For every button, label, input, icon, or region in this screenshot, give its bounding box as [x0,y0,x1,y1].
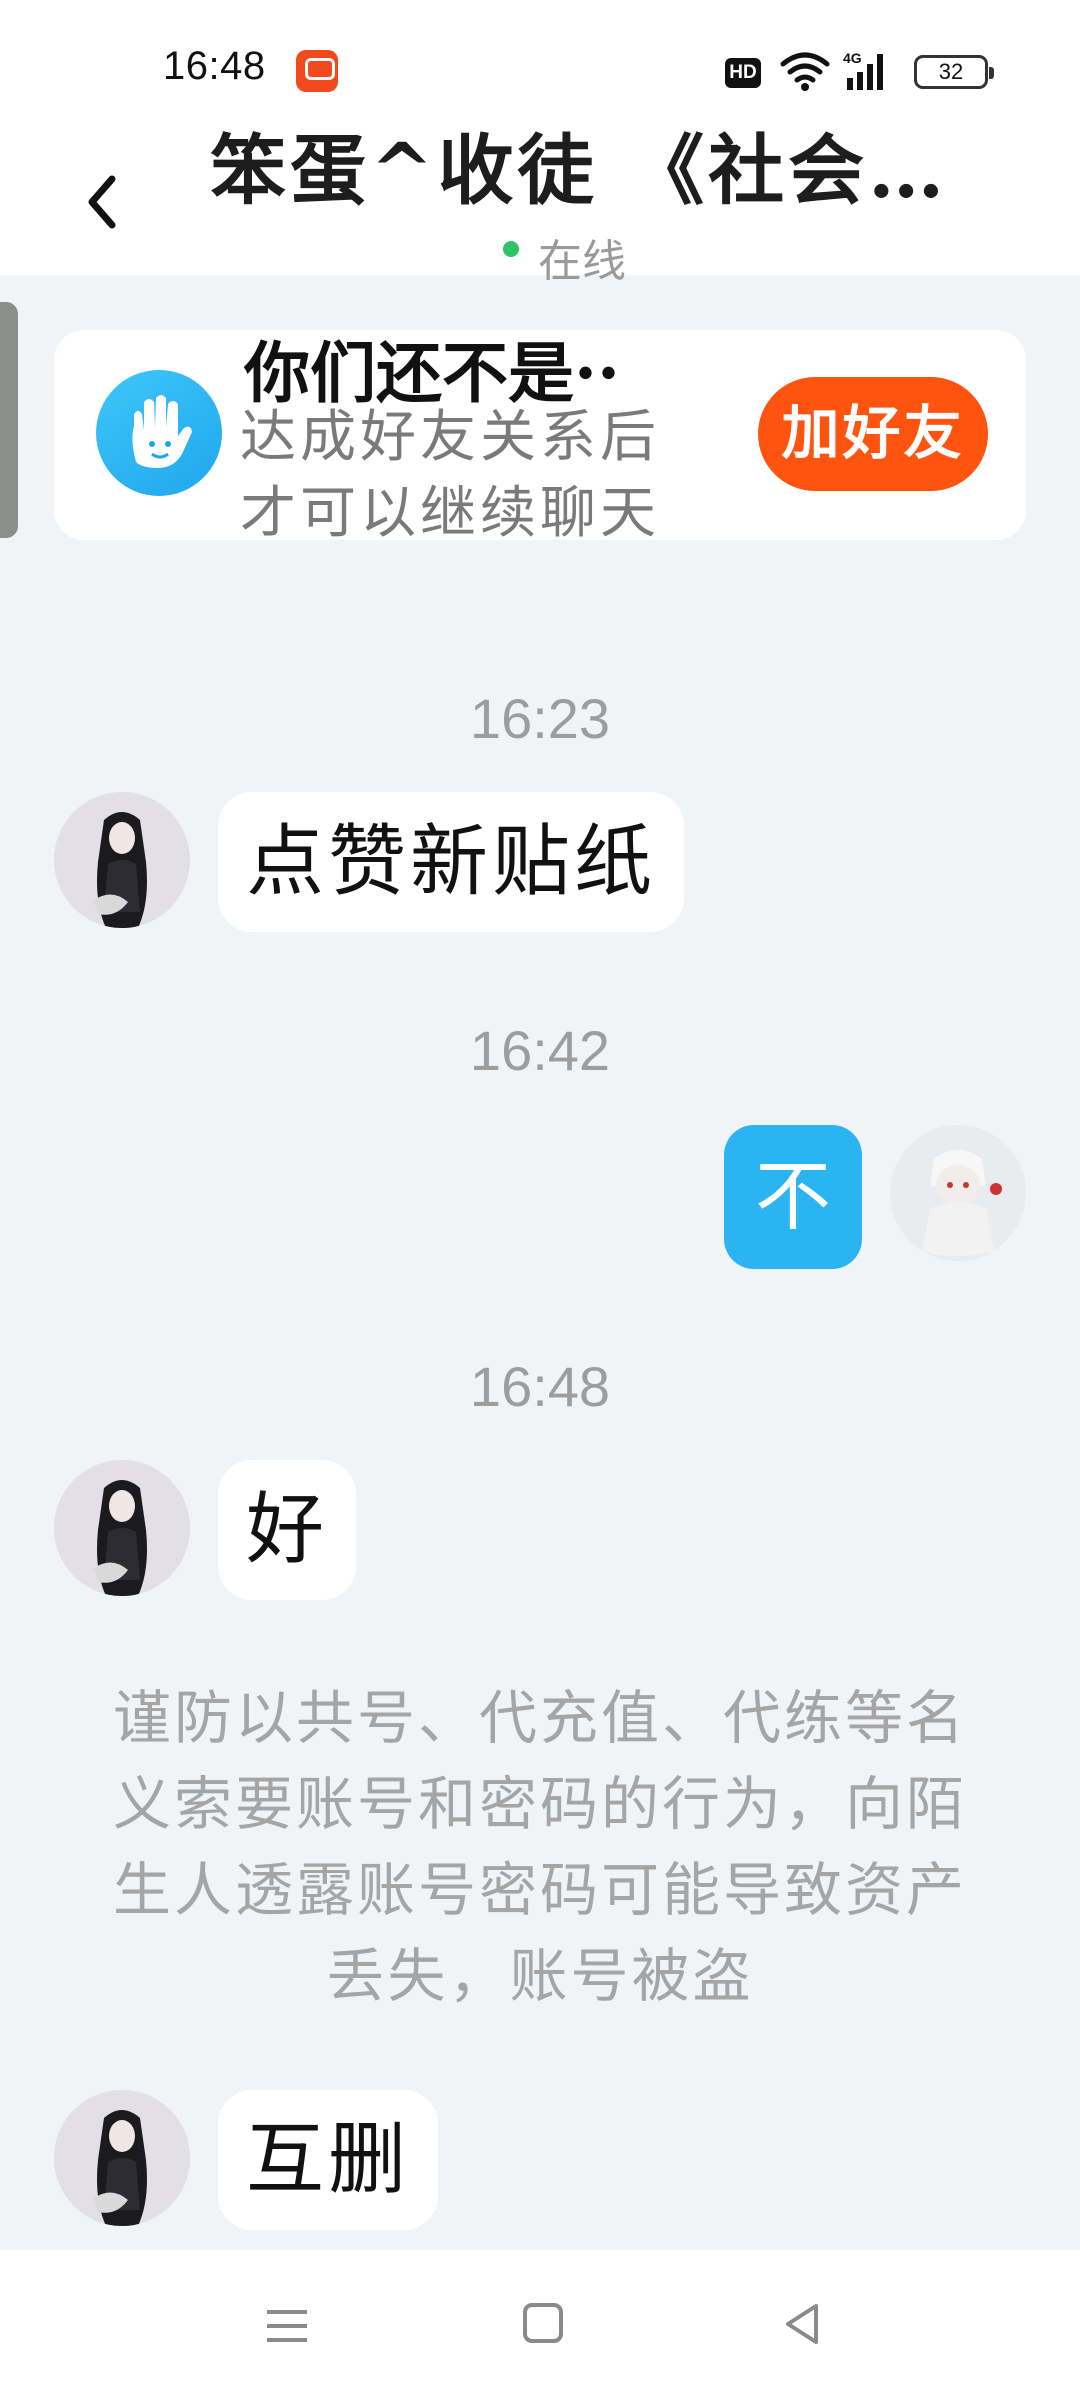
status-time: 16:48 [163,44,266,88]
message-timestamp: 16:23 [469,687,611,750]
add-friend-card: 你们还不是·· 达成好友关系后才可以继续聊天 加好友 [54,330,1026,546]
card-subtitle: 达成好友关系后才可以继续聊天 [240,405,660,546]
chat-header: 笨蛋^收徒 《社会… 在线 [0,125,1080,287]
add-friend-button[interactable]: 加好友 [758,377,988,491]
message-timestamp: 16:42 [469,1019,611,1082]
contact-avatar[interactable] [54,792,190,928]
message-bubble[interactable]: 点赞新贴纸 [218,792,685,932]
chat-title[interactable]: 笨蛋^收徒 《社会… [210,125,944,217]
my-avatar[interactable] [890,1125,1026,1261]
my-message-bubble[interactable]: 不 [724,1125,862,1269]
nav-back-icon[interactable] [780,2300,824,2348]
hd-icon: HD [725,58,761,88]
battery-icon: 32 [914,55,994,89]
wifi-icon [780,52,830,91]
contact-avatar[interactable] [54,2090,190,2226]
side-drawer-handle[interactable] [0,302,18,538]
message-bubble[interactable]: 互删 [218,2090,439,2230]
online-status: 在线 [538,236,626,287]
app-notification-icon [296,50,338,92]
message-bubble[interactable]: 好 [218,1460,357,1600]
signal-icon: 4G [843,50,883,90]
online-indicator-icon [503,241,519,257]
wave-hand-icon [96,370,222,496]
network-type: 4G [843,50,862,66]
contact-avatar[interactable] [54,1460,190,1596]
back-arrow-icon[interactable] [80,167,130,237]
security-notice: 谨防以共号、代充值、代练等名义索要账号和密码的行为，向陌生人透露账号密码可能导致… [112,1684,967,2010]
message-timestamp: 16:48 [469,1355,611,1418]
menu-icon[interactable] [265,2302,309,2350]
status-bar: 16:48 HD 4G 32 [0,0,1080,125]
home-icon[interactable] [523,2303,563,2343]
